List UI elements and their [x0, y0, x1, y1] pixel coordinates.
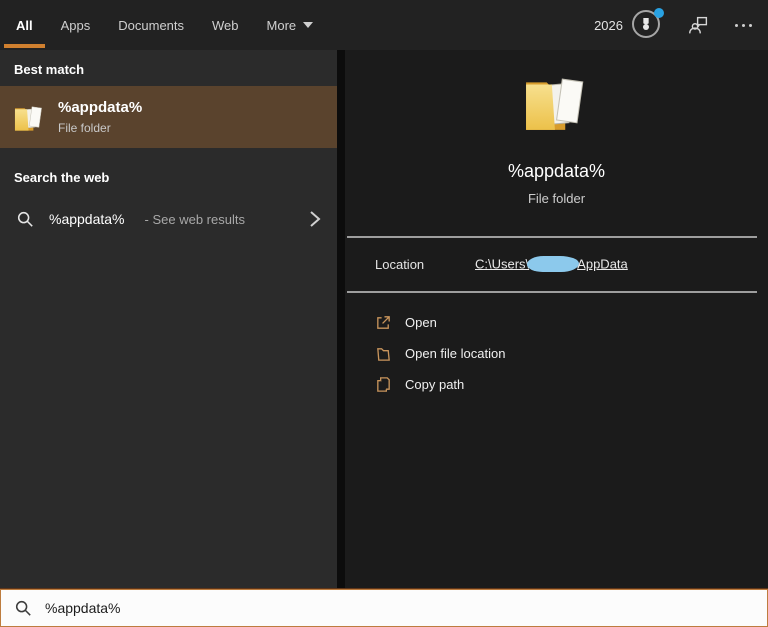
tab-web-label: Web: [212, 17, 239, 33]
tab-documents[interactable]: Documents: [118, 0, 184, 50]
tab-more[interactable]: More: [267, 0, 314, 50]
action-open[interactable]: Open: [375, 307, 768, 338]
tab-documents-label: Documents: [118, 17, 185, 33]
tab-all-label: All: [16, 17, 33, 33]
web-search-item[interactable]: %appdata% - See web results: [0, 200, 337, 238]
web-query-suffix: - See web results: [144, 211, 245, 227]
best-match-subtitle: File folder: [58, 121, 111, 135]
location-row: Location C:\Users\ AppData: [345, 238, 768, 291]
folder-icon-large: [524, 72, 590, 132]
topbar-right-cluster: 2026: [594, 0, 754, 50]
tab-more-label: More: [266, 17, 297, 33]
search-icon: [16, 210, 34, 228]
action-list: Open Open file location Copy path: [345, 293, 768, 400]
tab-apps[interactable]: Apps: [61, 0, 91, 50]
open-file-location-icon: [375, 345, 392, 362]
best-match-text: %appdata% File folder: [58, 99, 142, 135]
windows-search-flyout: All Apps Documents Web More 2026 Best ma…: [0, 0, 768, 627]
preview-title: %appdata%: [507, 161, 606, 181]
action-copy-path-label: Copy path: [405, 377, 465, 392]
chevron-down-icon: [303, 22, 314, 28]
chevron-right-icon[interactable]: [309, 210, 321, 228]
more-options-icon[interactable]: [733, 20, 754, 31]
action-open-file-location[interactable]: Open file location: [375, 338, 768, 369]
results-panel: Best match %appdata% File folder Search …: [0, 50, 337, 589]
location-link[interactable]: C:\Users\ AppData: [475, 255, 628, 274]
search-bar: [0, 589, 768, 627]
copy-path-icon: [375, 376, 392, 393]
action-open-label: Open: [405, 315, 437, 330]
best-match-title: %appdata%: [58, 99, 143, 116]
search-input[interactable]: [45, 600, 754, 616]
search-category-tabs: All Apps Documents Web More: [0, 0, 314, 50]
best-match-header: Best match: [14, 62, 85, 77]
location-path-suffix: AppData: [577, 255, 628, 271]
preview-head: %appdata% File folder: [345, 50, 768, 206]
action-copy-path[interactable]: Copy path: [375, 369, 768, 400]
action-open-file-location-label: Open file location: [405, 346, 506, 361]
location-path-prefix: C:\Users\: [475, 255, 530, 271]
tab-apps-label: Apps: [60, 17, 91, 33]
location-label: Location: [375, 257, 425, 272]
preview-subtitle: File folder: [527, 191, 586, 206]
open-icon: [375, 314, 392, 331]
rewards-icon[interactable]: [632, 8, 664, 40]
tab-web[interactable]: Web: [212, 0, 239, 50]
preview-panel: %appdata% File folder Location C:\Users\…: [345, 50, 768, 589]
web-query-text: %appdata%: [49, 211, 125, 227]
rewards-points[interactable]: 2026: [594, 18, 623, 33]
tab-all[interactable]: All: [4, 0, 44, 50]
search-web-header: Search the web: [14, 170, 110, 185]
topbar: All Apps Documents Web More 2026: [0, 0, 768, 50]
notification-dot: [654, 8, 664, 18]
folder-icon: [14, 103, 45, 132]
user-icon[interactable]: [688, 15, 709, 36]
best-match-item[interactable]: %appdata% File folder: [0, 86, 337, 148]
redaction-scribble: [527, 255, 580, 272]
search-icon: [14, 599, 32, 617]
